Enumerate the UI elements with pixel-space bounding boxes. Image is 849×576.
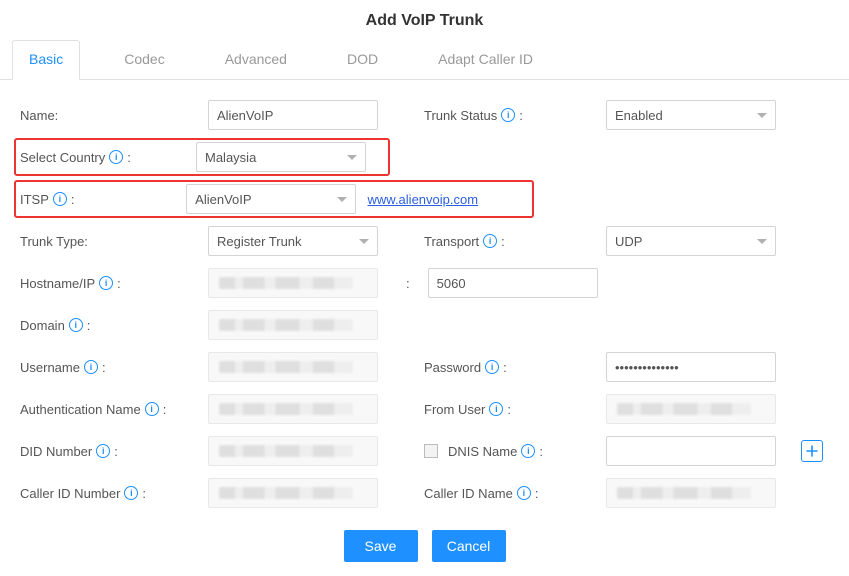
dialog-footer: Save Cancel xyxy=(0,520,849,576)
itsp-link[interactable]: www.alienvoip.com xyxy=(368,192,479,207)
chevron-down-icon xyxy=(757,239,767,244)
highlight-select-country: Select Country : Malaysia xyxy=(14,138,390,176)
chevron-down-icon xyxy=(347,155,357,160)
colon: : xyxy=(117,276,121,291)
from-user-label: From User xyxy=(424,402,485,417)
info-icon[interactable] xyxy=(109,150,123,164)
tab-adapt-caller-id[interactable]: Adapt Caller ID xyxy=(422,41,549,79)
auth-name-label: Authentication Name xyxy=(20,402,141,417)
colon: : xyxy=(535,486,539,501)
dnis-name-label: DNIS Name xyxy=(448,444,517,459)
transport-select[interactable]: UDP xyxy=(606,226,776,256)
dnis-name-input[interactable] xyxy=(606,436,776,466)
tab-dod[interactable]: DOD xyxy=(331,41,394,79)
colon: : xyxy=(127,150,131,165)
select-country-value: Malaysia xyxy=(205,150,256,165)
colon: : xyxy=(501,234,505,249)
tab-codec[interactable]: Codec xyxy=(108,41,180,79)
select-country-select[interactable]: Malaysia xyxy=(196,142,366,172)
highlight-itsp: ITSP : AlienVoIP www.alienvoip.com xyxy=(14,180,534,218)
trunk-status-value: Enabled xyxy=(615,108,663,123)
info-icon[interactable] xyxy=(84,360,98,374)
colon: : xyxy=(142,486,146,501)
colon: : xyxy=(507,402,511,417)
add-did-button[interactable] xyxy=(801,440,823,462)
tab-advanced[interactable]: Advanced xyxy=(209,41,303,79)
trunk-status-label: Trunk Status xyxy=(424,108,497,123)
colon: : xyxy=(503,360,507,375)
colon: : xyxy=(102,360,106,375)
username-input[interactable] xyxy=(208,352,378,382)
colon: : xyxy=(87,318,91,333)
did-number-input[interactable] xyxy=(208,436,378,466)
chevron-down-icon xyxy=(757,113,767,118)
trunk-status-select[interactable]: Enabled xyxy=(606,100,776,130)
info-icon[interactable] xyxy=(483,234,497,248)
info-icon[interactable] xyxy=(145,402,159,416)
domain-input[interactable] xyxy=(208,310,378,340)
info-icon[interactable] xyxy=(489,402,503,416)
colon: : xyxy=(519,108,523,123)
dialog-title: Add VoIP Trunk xyxy=(0,12,849,30)
trunk-type-label: Trunk Type: xyxy=(20,234,196,249)
caller-id-name-label: Caller ID Name xyxy=(424,486,513,501)
plus-icon xyxy=(806,445,818,457)
tab-basic[interactable]: Basic xyxy=(12,40,80,80)
form-body: Name: Trunk Status : Enabled xyxy=(0,80,849,520)
caller-id-number-label: Caller ID Number xyxy=(20,486,120,501)
dnis-name-checkbox[interactable] xyxy=(424,444,438,458)
password-input[interactable] xyxy=(606,352,776,382)
hostname-input[interactable] xyxy=(208,268,378,298)
info-icon[interactable] xyxy=(99,276,113,290)
info-icon[interactable] xyxy=(485,360,499,374)
tab-bar: Basic Codec Advanced DOD Adapt Caller ID xyxy=(0,40,849,80)
itsp-select[interactable]: AlienVoIP xyxy=(186,184,356,214)
itsp-label: ITSP xyxy=(20,192,49,207)
from-user-input[interactable] xyxy=(606,394,776,424)
info-icon[interactable] xyxy=(96,444,110,458)
password-label: Password xyxy=(424,360,481,375)
port-input[interactable] xyxy=(428,268,598,298)
username-label: Username xyxy=(20,360,80,375)
name-label: Name: xyxy=(20,108,196,123)
colon: : xyxy=(163,402,167,417)
hostname-label: Hostname/IP xyxy=(20,276,95,291)
info-icon[interactable] xyxy=(69,318,83,332)
info-icon[interactable] xyxy=(517,486,531,500)
caller-id-name-input[interactable] xyxy=(606,478,776,508)
info-icon[interactable] xyxy=(124,486,138,500)
info-icon[interactable] xyxy=(521,444,535,458)
select-country-label: Select Country xyxy=(20,150,105,165)
domain-label: Domain xyxy=(20,318,65,333)
caller-id-number-input[interactable] xyxy=(208,478,378,508)
itsp-value: AlienVoIP xyxy=(195,192,251,207)
transport-label: Transport xyxy=(424,234,479,249)
colon: : xyxy=(539,444,543,459)
save-button[interactable]: Save xyxy=(344,530,418,562)
info-icon[interactable] xyxy=(501,108,515,122)
trunk-type-value: Register Trunk xyxy=(217,234,302,249)
transport-value: UDP xyxy=(615,234,642,249)
colon: : xyxy=(71,192,75,207)
colon: : xyxy=(114,444,118,459)
info-icon[interactable] xyxy=(53,192,67,206)
auth-name-input[interactable] xyxy=(208,394,378,424)
name-input[interactable] xyxy=(208,100,378,130)
trunk-type-select[interactable]: Register Trunk xyxy=(208,226,378,256)
host-port-separator: : xyxy=(406,276,410,291)
chevron-down-icon xyxy=(359,239,369,244)
chevron-down-icon xyxy=(337,197,347,202)
did-number-label: DID Number xyxy=(20,444,92,459)
cancel-button[interactable]: Cancel xyxy=(432,530,506,562)
